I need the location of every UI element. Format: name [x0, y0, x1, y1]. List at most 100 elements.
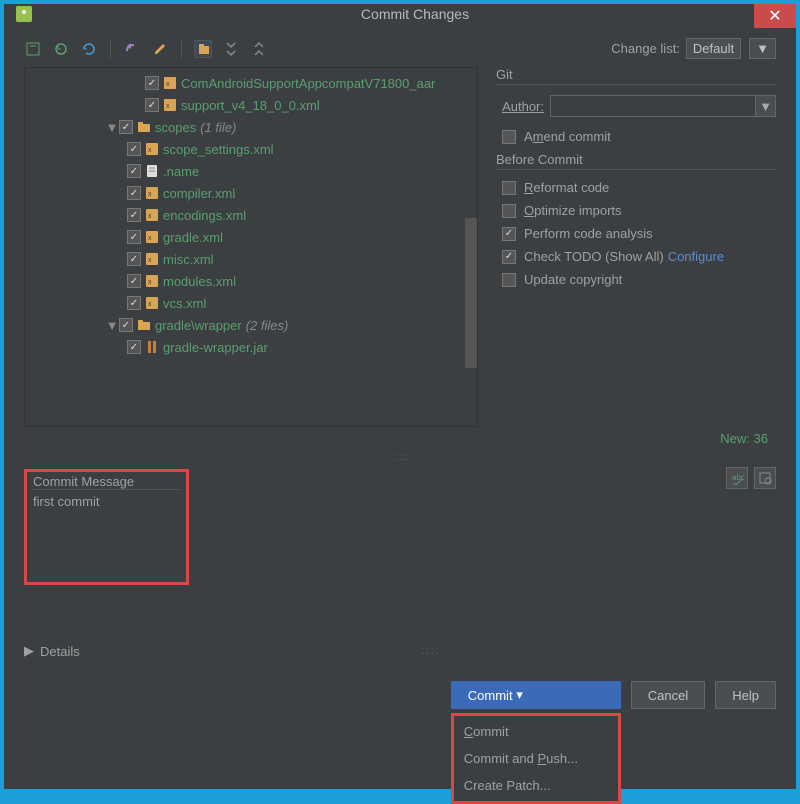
- tree-row[interactable]: ✓xgradle.xml: [25, 226, 477, 248]
- author-input[interactable]: [550, 95, 756, 117]
- edit-icon[interactable]: [151, 40, 169, 58]
- file-checkbox[interactable]: ✓: [119, 120, 133, 134]
- tree-row[interactable]: ✓ gradle-wrapper.jar: [25, 336, 477, 358]
- commit-and-push-menu-item[interactable]: Commit and Push...: [454, 745, 618, 772]
- details-label: Details: [40, 644, 80, 659]
- commit-button[interactable]: Commit ▾: [451, 681, 621, 709]
- tree-row[interactable]: ✓xscope_settings.xml: [25, 138, 477, 160]
- chevron-down-icon: ▾: [516, 687, 523, 703]
- analysis-checkbox[interactable]: ✓: [502, 227, 516, 241]
- file-checkbox[interactable]: ✓: [127, 274, 141, 288]
- file-checkbox[interactable]: ✓: [127, 252, 141, 266]
- collapse-all-icon[interactable]: [250, 40, 268, 58]
- tree-row[interactable]: ✓ .name: [25, 160, 477, 182]
- commit-message-label: Commit Message: [33, 474, 180, 490]
- tree-row[interactable]: ✓xmisc.xml: [25, 248, 477, 270]
- undo-icon[interactable]: [123, 40, 141, 58]
- git-section-title: Git: [496, 67, 776, 85]
- history-icon[interactable]: [754, 467, 776, 489]
- tree-row[interactable]: ✓ x modules.xml: [25, 270, 477, 292]
- file-label: .name: [163, 164, 199, 179]
- refresh-icon[interactable]: [80, 40, 98, 58]
- dialog-footer: Commit ▾ Commit Commit and Push... Creat…: [4, 669, 796, 804]
- reformat-label: Reformat code: [524, 180, 609, 195]
- tree-row[interactable]: ✓xvcs.xml: [25, 292, 477, 314]
- details-toggle[interactable]: ▶ Details ::::: [24, 637, 776, 669]
- file-label: vcs.xml: [163, 296, 206, 311]
- tree-row[interactable]: ✓xcompiler.xml: [25, 182, 477, 204]
- amend-commit-checkbox[interactable]: [502, 130, 516, 144]
- group-by-directory-icon[interactable]: [194, 40, 212, 58]
- optimize-checkbox-row[interactable]: Optimize imports: [496, 203, 776, 218]
- copyright-checkbox[interactable]: [502, 273, 516, 287]
- chevron-right-icon: ▶: [24, 643, 34, 659]
- file-checkbox[interactable]: ✓: [119, 318, 133, 332]
- file-checkbox[interactable]: ✓: [145, 76, 159, 90]
- optimize-checkbox[interactable]: [502, 204, 516, 218]
- tree-row[interactable]: ✓ x support_v4_18_0_0.xml: [25, 94, 477, 116]
- show-diff-icon[interactable]: [24, 40, 42, 58]
- close-button[interactable]: ✕: [754, 4, 796, 28]
- todo-checkbox[interactable]: ✓: [502, 250, 516, 264]
- xml-icon: x: [163, 98, 177, 112]
- file-checkbox[interactable]: ✓: [127, 296, 141, 310]
- tree-row[interactable]: ▼✓scopes(1 file): [25, 116, 477, 138]
- file-label: misc.xml: [163, 252, 214, 267]
- xml-icon: x: [163, 76, 177, 90]
- help-button[interactable]: Help: [715, 681, 776, 709]
- author-label: Author:: [496, 99, 544, 114]
- expand-arrow-icon[interactable]: ▼: [105, 120, 119, 135]
- xml-icon: x: [145, 142, 159, 156]
- analysis-checkbox-row[interactable]: ✓ Perform code analysis: [496, 226, 776, 241]
- file-checkbox[interactable]: ✓: [127, 186, 141, 200]
- split-handle[interactable]: ::::: [24, 450, 776, 465]
- svg-text:x: x: [166, 81, 170, 88]
- todo-label: Check TODO (Show All): [524, 249, 664, 264]
- svg-text:x: x: [148, 191, 152, 198]
- commit-menu-item[interactable]: Commit: [454, 718, 618, 745]
- commit-message-input[interactable]: first commit: [33, 490, 180, 580]
- file-label: modules.xml: [163, 274, 236, 289]
- reformat-checkbox-row[interactable]: Reformat code: [496, 180, 776, 195]
- git-options-panel: Git Author: ▼ Amend commit Before Commit…: [496, 67, 776, 427]
- revert-icon[interactable]: [52, 40, 70, 58]
- file-checkbox[interactable]: ✓: [127, 230, 141, 244]
- file-checkbox[interactable]: ✓: [127, 164, 141, 178]
- xml-icon: x: [145, 230, 159, 244]
- tree-scrollbar[interactable]: [465, 218, 477, 368]
- file-label: gradle-wrapper.jar: [163, 340, 268, 355]
- txt-icon: [145, 164, 159, 178]
- spellcheck-icon[interactable]: abc: [726, 467, 748, 489]
- file-checkbox[interactable]: ✓: [127, 340, 141, 354]
- configure-link[interactable]: Configure: [668, 249, 724, 264]
- tree-row[interactable]: ▼✓gradle\wrapper(2 files): [25, 314, 477, 336]
- change-list-combo[interactable]: Default: [686, 38, 741, 59]
- amend-commit-checkbox-row[interactable]: Amend commit: [496, 129, 776, 144]
- file-checkbox[interactable]: ✓: [127, 142, 141, 156]
- tree-row[interactable]: ✓xComAndroidSupportAppcompatV71800_aar: [25, 72, 477, 94]
- create-patch-menu-item[interactable]: Create Patch...: [454, 772, 618, 799]
- svg-text:abc: abc: [732, 473, 744, 482]
- change-list-dropdown-button[interactable]: ▼: [749, 38, 776, 59]
- tree-row[interactable]: ✓xencodings.xml: [25, 204, 477, 226]
- svg-text:x: x: [166, 103, 170, 110]
- cancel-button[interactable]: Cancel: [631, 681, 705, 709]
- folder-icon: [137, 120, 151, 134]
- expand-arrow-icon[interactable]: ▼: [105, 318, 119, 333]
- copyright-checkbox-row[interactable]: Update copyright: [496, 272, 776, 287]
- titlebar: Commit Changes ✕: [4, 4, 796, 24]
- xml-icon: x: [145, 186, 159, 200]
- toolbar: Change list: Default ▼: [24, 38, 776, 59]
- file-label: scopes: [155, 120, 196, 135]
- xml-icon: x: [145, 208, 159, 222]
- author-dropdown-button[interactable]: ▼: [756, 95, 776, 117]
- svg-text:x: x: [148, 279, 152, 286]
- amend-commit-label: Amend commit: [524, 129, 611, 144]
- file-checkbox[interactable]: ✓: [145, 98, 159, 112]
- file-checkbox[interactable]: ✓: [127, 208, 141, 222]
- todo-checkbox-row[interactable]: ✓ Check TODO (Show All) Configure: [496, 249, 776, 264]
- xml-icon: x: [145, 274, 159, 288]
- expand-all-icon[interactable]: [222, 40, 240, 58]
- reformat-checkbox[interactable]: [502, 181, 516, 195]
- file-label: support_v4_18_0_0.xml: [181, 98, 320, 113]
